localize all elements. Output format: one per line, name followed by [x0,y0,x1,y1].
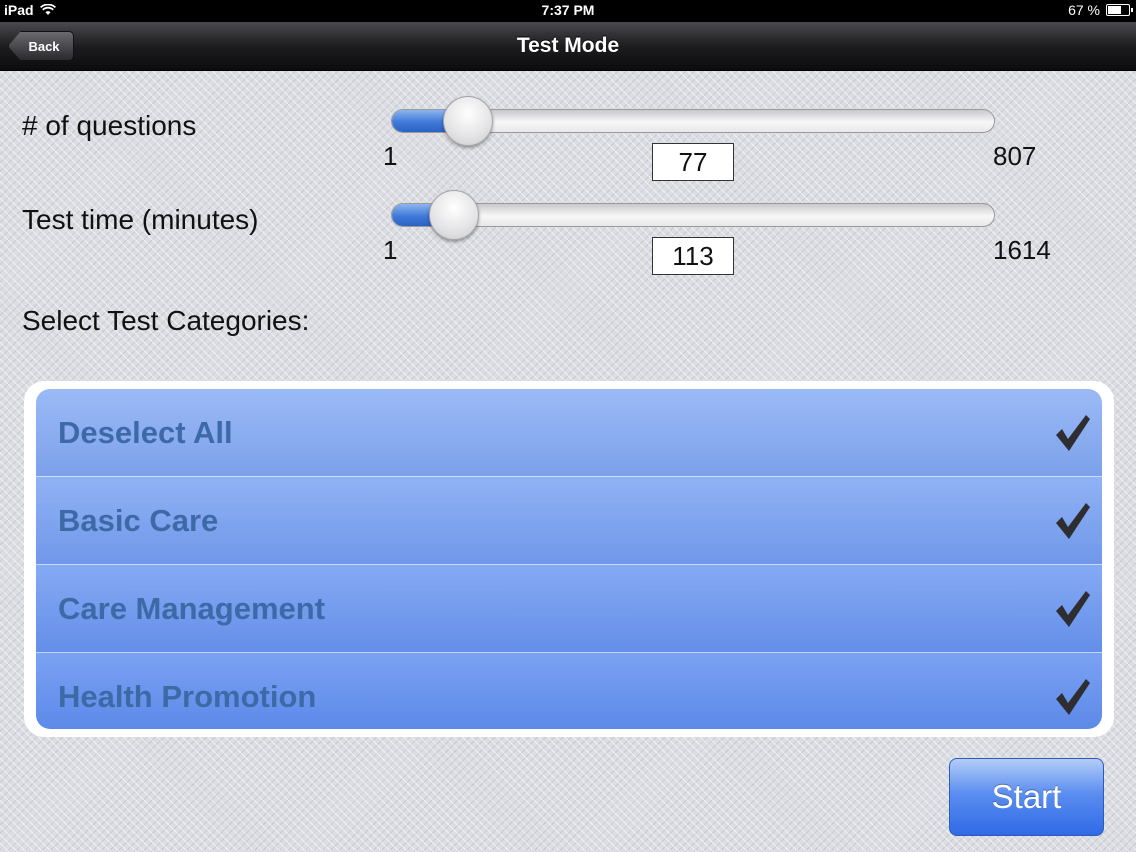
test-time-slider[interactable] [391,203,995,227]
navigation-bar: Back Test Mode [0,22,1136,71]
checkmark-icon [1056,590,1090,627]
test-time-slider-thumb[interactable] [429,190,480,240]
status-right: 67 % [1068,2,1133,18]
category-row-basic-care[interactable]: Basic Care [36,477,1102,565]
test-time-max: 1614 [993,235,1051,265]
questions-label: # of questions [22,110,197,141]
questions-max: 807 [993,141,1037,171]
category-row-deselect-all[interactable]: Deselect All [36,389,1102,477]
category-label: Health Promotion [58,679,317,714]
status-bar: iPad 7:37 PM 67 % [0,0,1136,22]
category-label: Basic Care [58,502,219,538]
questions-slider-thumb[interactable] [443,96,494,146]
category-row-care-management[interactable]: Care Management [36,565,1102,653]
status-time: 7:37 PM [541,2,595,18]
categories-frame: Deselect All Basic Care Care Management … [24,381,1114,737]
category-label: Care Management [58,590,326,626]
categories-heading: Select Test Categories: [22,305,310,336]
battery-percent: 67 % [1068,2,1100,18]
start-button[interactable]: Start [949,758,1104,836]
checkmark-icon [1056,502,1090,539]
checkmark-icon [1056,679,1090,715]
battery-icon [1106,4,1133,16]
test-time-min: 1 [383,235,398,265]
page-title: Test Mode [516,34,620,57]
category-label: Deselect All [58,414,233,450]
questions-min: 1 [383,141,398,171]
category-row-health-promotion[interactable]: Health Promotion [36,653,1102,729]
checkmark-icon [1056,414,1090,451]
test-time-label: Test time (minutes) [22,204,259,235]
questions-value: 77 [652,143,734,181]
categories-list: Deselect All Basic Care Care Management … [36,389,1102,729]
test-time-value: 113 [652,237,734,275]
